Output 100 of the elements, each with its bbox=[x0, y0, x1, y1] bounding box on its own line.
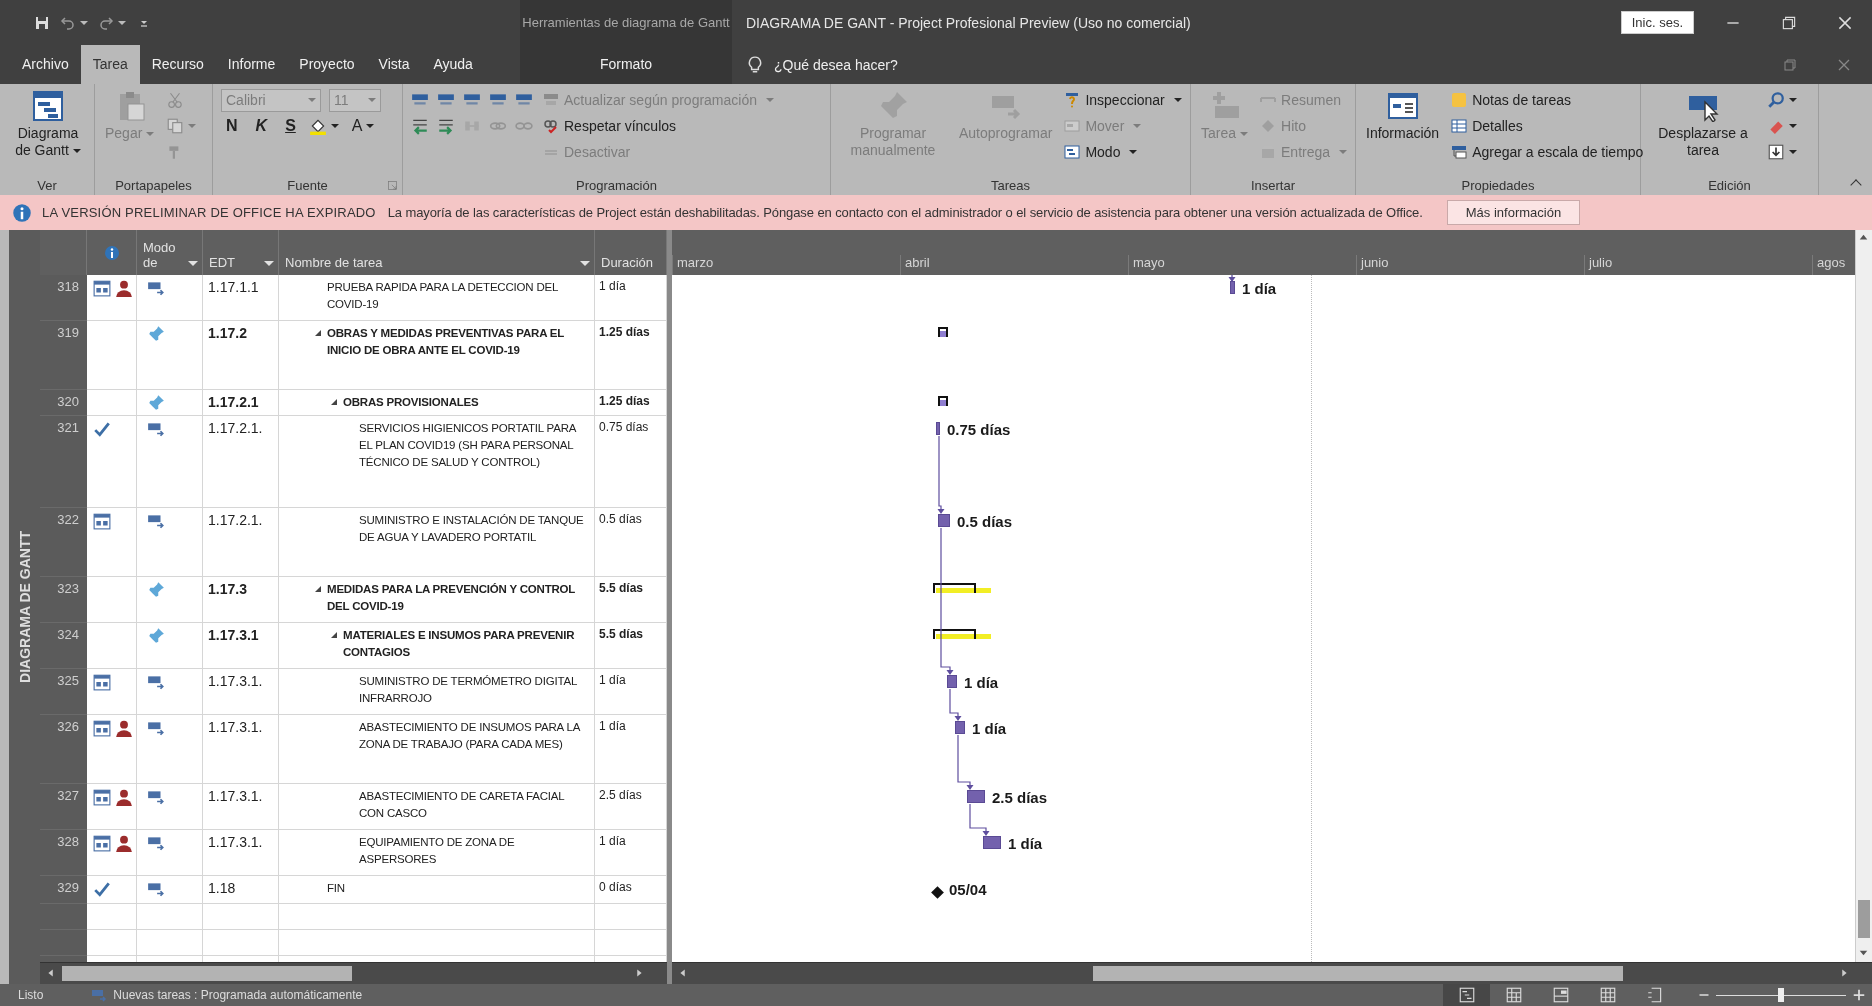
column-header[interactable]: Nombre de tarea bbox=[285, 255, 590, 270]
task-name: ABASTECIMIENTO DE CARETA FACIAL CON CASCO bbox=[359, 789, 566, 821]
ribbon-tab[interactable]: Informe bbox=[215, 45, 288, 84]
caret-icon bbox=[264, 261, 274, 266]
row-number: 319 bbox=[40, 321, 87, 390]
ribbon-tab[interactable]: Ayuda bbox=[421, 45, 485, 84]
caret-icon bbox=[80, 20, 88, 25]
task-name: EQUIPAMIENTO DE ZONA DE ASPERSORES bbox=[359, 835, 516, 867]
ribbon-tab[interactable]: Archivo bbox=[10, 45, 81, 84]
note-icon bbox=[1451, 92, 1468, 108]
vertical-scrollbar[interactable] bbox=[1855, 230, 1872, 962]
plus-icon[interactable] bbox=[1852, 988, 1866, 1002]
collapse-triangle-icon[interactable] bbox=[331, 399, 337, 405]
group-label: Propiedades bbox=[1461, 177, 1535, 193]
ribbon-button[interactable]: Inspeccionar bbox=[1064, 88, 1182, 112]
scrollbar-thumb[interactable] bbox=[1093, 966, 1623, 981]
mode-icon bbox=[1064, 144, 1081, 160]
info-icon bbox=[12, 202, 32, 223]
table-cell: 1.17.3.1. bbox=[203, 669, 279, 715]
group-label: Ver bbox=[37, 177, 57, 193]
redo-icon[interactable] bbox=[98, 14, 114, 31]
tell-me-field[interactable]: ¿Qué desea hacer? bbox=[772, 54, 992, 75]
format-button[interactable]: S bbox=[280, 114, 301, 138]
indent-arrow-icon bbox=[437, 117, 455, 135]
ribbon-tab[interactable]: Recurso bbox=[139, 45, 216, 84]
copy-icon bbox=[166, 117, 185, 135]
month-label: agos bbox=[1817, 255, 1846, 270]
search-icon bbox=[1767, 91, 1785, 109]
diamond-icon bbox=[1260, 118, 1277, 134]
view-button[interactable] bbox=[1443, 984, 1490, 1006]
scrollbar-thumb[interactable] bbox=[62, 966, 352, 981]
more-info-button[interactable]: Más información bbox=[1446, 200, 1581, 225]
form-icon bbox=[1386, 90, 1419, 122]
ribbon-tab[interactable]: Proyecto bbox=[287, 45, 367, 84]
row-number: 321 bbox=[40, 416, 87, 508]
month-label: abril bbox=[905, 255, 930, 270]
ribbon-button[interactable]: Agregar a escala de tiempo bbox=[1451, 140, 1644, 164]
summary-bar[interactable] bbox=[938, 396, 948, 408]
row-number: 327 bbox=[40, 784, 87, 830]
caret-icon bbox=[188, 261, 198, 266]
format-button[interactable]: K bbox=[250, 114, 273, 138]
bar-label: 05/04 bbox=[949, 882, 987, 897]
row-number: 323 bbox=[40, 577, 87, 623]
notice-message: La mayoría de las características de Project están deshabilitadas. Póngase en contacto con el administrador o el servicio de asistencia para obtener una versión actualizada de Office. bbox=[387, 205, 1423, 220]
table-cell: 1.17.2.1. bbox=[203, 416, 279, 508]
ribbon-button[interactable]: Desplazarse a tarea bbox=[1649, 88, 1757, 161]
row-number: 325 bbox=[40, 669, 87, 715]
dialog-launcher-icon[interactable] bbox=[387, 179, 398, 191]
format-button[interactable]: N bbox=[221, 114, 243, 138]
status-text: Listo bbox=[18, 988, 44, 1002]
zoom-slider[interactable] bbox=[1716, 988, 1846, 1002]
slider-thumb[interactable] bbox=[1778, 988, 1784, 1002]
group-label: Edición bbox=[1708, 177, 1751, 193]
group-label: Insertar bbox=[1250, 177, 1296, 193]
outdent-arrow-icon bbox=[411, 117, 429, 135]
bar-label: 0.75 días bbox=[947, 422, 1011, 437]
table-cell: 1.17.2 bbox=[203, 321, 279, 390]
group-label: Programación bbox=[576, 177, 657, 193]
horizontal-scrollbar[interactable] bbox=[40, 962, 667, 984]
summary-bar[interactable] bbox=[933, 629, 991, 641]
caret-icon bbox=[580, 261, 590, 266]
month-label: mayo bbox=[1133, 255, 1165, 270]
gantt-chart-icon bbox=[32, 90, 64, 122]
ribbon-button[interactable]: Notas de tareas bbox=[1451, 88, 1571, 112]
horizontal-scrollbar[interactable] bbox=[672, 962, 1872, 984]
team-planner-icon bbox=[1551, 986, 1570, 1004]
paint-bucket-icon bbox=[308, 117, 327, 135]
scrollbar-thumb[interactable] bbox=[1858, 900, 1870, 938]
ribbon-button[interactable]: Diagrama de Gantt bbox=[8, 88, 88, 161]
summary-bar[interactable] bbox=[933, 583, 991, 595]
column-header[interactable]: Duración bbox=[601, 255, 662, 270]
task-name: PRUEBA RAPIDA PARA LA DETECCION DEL COVID-19 bbox=[327, 280, 559, 312]
collapse-triangle-icon[interactable] bbox=[315, 330, 321, 336]
format-button[interactable]: A bbox=[346, 114, 380, 138]
ribbon-button[interactable]: Respetar vínculos bbox=[543, 114, 677, 138]
task-name: SERVICIOS HIGIENICOS PORTATIL PARA EL PLAN COVID19 (SH PARA PERSONAL TÉCNICO DE SALUD Y CONTROL) bbox=[359, 421, 578, 470]
ribbon-button[interactable]: Información bbox=[1364, 88, 1442, 144]
column-header[interactable]: Modo de bbox=[143, 240, 198, 270]
table-cell: 1.17.2.1 bbox=[203, 390, 279, 416]
window-title: DIAGRAMA DE GANT - Project Profesional Preview (Uso no comercial) bbox=[745, 14, 1192, 31]
ribbon-tab[interactable]: Vista bbox=[366, 45, 422, 84]
bar-label: 1 día bbox=[972, 721, 1007, 736]
row-number: 322 bbox=[40, 508, 87, 577]
link-check-icon bbox=[543, 118, 559, 134]
save-icon[interactable] bbox=[34, 14, 50, 31]
ribbon-tab[interactable]: Tarea bbox=[80, 45, 140, 84]
ribbon-button[interactable]: Detalles bbox=[1451, 114, 1523, 138]
undo-icon[interactable] bbox=[60, 14, 76, 31]
info-icon bbox=[103, 244, 120, 261]
collapse-triangle-icon[interactable] bbox=[315, 586, 321, 592]
task-sheet-icon bbox=[1504, 986, 1523, 1004]
bar-label: 1 día bbox=[964, 675, 999, 690]
table-cell: 1.17.3.1. bbox=[203, 715, 279, 784]
ribbon-button[interactable]: Modo bbox=[1064, 140, 1138, 164]
column-header[interactable]: EDT bbox=[209, 255, 274, 270]
table-cell: 1.17.3.1. bbox=[203, 830, 279, 876]
summary-bar[interactable] bbox=[938, 327, 948, 339]
collapse-triangle-icon[interactable] bbox=[331, 632, 337, 638]
sign-in-button[interactable]: Inic. ses. bbox=[1620, 11, 1694, 34]
resource-sheet-icon bbox=[1598, 986, 1617, 1004]
